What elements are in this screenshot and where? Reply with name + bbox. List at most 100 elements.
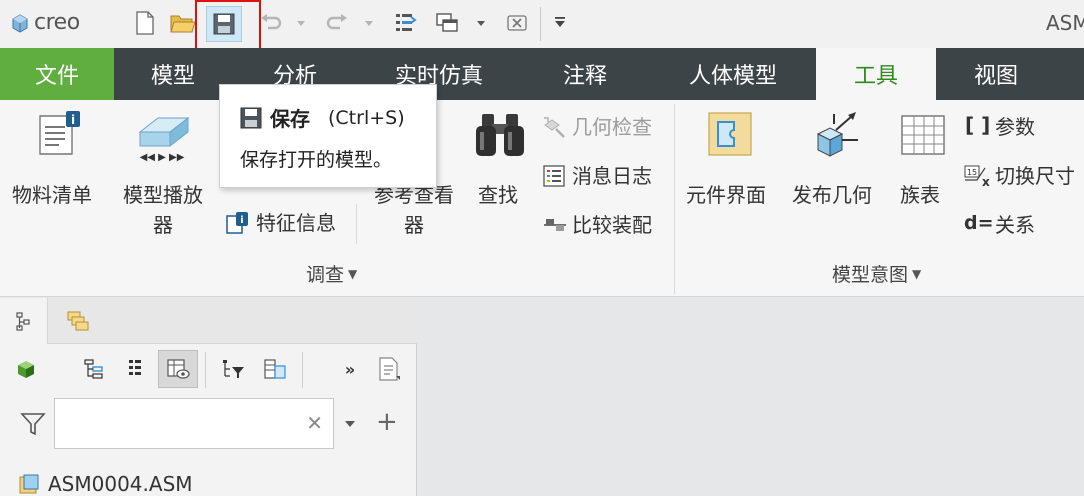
model-intent-group-text: 模型意图 [832, 264, 909, 286]
feature-info-icon: i [226, 212, 248, 234]
relations-button[interactable]: 关系 [995, 210, 1035, 240]
undo-dropdown-icon[interactable] [296, 18, 306, 28]
undo-icon [261, 14, 282, 30]
tree-filter-icon [223, 360, 244, 378]
document-list-icon [379, 357, 400, 381]
redo-dropdown-icon[interactable] [364, 18, 374, 28]
redo-icon [326, 14, 347, 30]
tree-settings-icon [84, 359, 103, 379]
regenerate-button[interactable] [390, 8, 420, 38]
table-eye-icon [167, 359, 190, 379]
more-tools-icon[interactable]: » [333, 350, 367, 388]
creo-logo: creo [10, 10, 80, 35]
search-dropdown-icon[interactable] [344, 418, 356, 430]
binoculars-icon [476, 114, 524, 156]
quick-access-toolbar: creo ASM [0, 0, 1084, 57]
ribbon-separator [356, 204, 357, 244]
tab-tools[interactable]: 工具 [816, 48, 936, 100]
parameters-button[interactable]: 参数 [995, 112, 1035, 142]
tab-model[interactable]: 模型 [114, 48, 232, 100]
close-window-icon [507, 15, 527, 31]
model-player-label-line2: 器 [153, 213, 173, 237]
creo-cube-icon [12, 13, 28, 33]
bom-icon: i [39, 111, 80, 155]
message-log-icon [543, 165, 565, 187]
compare-assembly-button[interactable]: 比较装配 [572, 210, 652, 240]
tab-annotate[interactable]: 注释 [520, 48, 650, 100]
family-table-icon [901, 115, 945, 155]
save-button[interactable] [206, 6, 242, 42]
investigate-group-label[interactable]: 调查 ▼ [306, 260, 357, 287]
solid-cube-icon [18, 361, 34, 378]
windows-button[interactable] [432, 8, 462, 38]
switch-dimensions-button[interactable]: 切换尺寸 [995, 161, 1075, 191]
panel-options-button[interactable] [372, 350, 406, 388]
add-icon[interactable]: + [376, 408, 398, 436]
logo-text: creo [34, 10, 80, 35]
tree-filter-button[interactable] [216, 350, 250, 388]
close-window-button[interactable] [502, 8, 532, 38]
ribbon-panel: i 物料清单 ◀◀ ▶ ▶▶ 模型播放 器 i 特征信息 参考查看 器 查找 几… [0, 100, 1084, 297]
message-log-button[interactable]: 消息日志 [572, 161, 652, 191]
show-hide-button[interactable] [158, 350, 198, 388]
tree-columns-settings-button[interactable] [258, 350, 292, 388]
customize-toolbar-icon[interactable] [554, 16, 566, 28]
find-button[interactable]: 查找 [478, 180, 518, 210]
tooltip-description: 保存打开的模型。 [240, 149, 393, 171]
window-title: ASM [1046, 11, 1084, 35]
svg-text:i: i [71, 113, 75, 127]
feature-info-button[interactable]: 特征信息 [256, 208, 336, 238]
navigator-tabs [0, 298, 417, 344]
windows-dropdown-icon[interactable] [476, 18, 486, 28]
relations-icon: d= [964, 212, 994, 234]
tab-layer-tree[interactable] [54, 298, 102, 344]
save-icon [213, 13, 235, 35]
new-button[interactable] [130, 8, 160, 38]
clear-icon[interactable]: ✕ [306, 411, 323, 435]
svg-text:◀◀ ▶ ▶▶: ◀◀ ▶ ▶▶ [140, 152, 185, 162]
publish-geometry-button[interactable]: 发布几何 [792, 180, 872, 210]
model-tree-icon [15, 312, 30, 331]
filter-funnel-icon [20, 413, 46, 436]
tooltip-title: 保存 [270, 107, 310, 131]
tree-settings-button[interactable] [76, 350, 110, 388]
tree-columns-button[interactable] [118, 350, 152, 388]
tree-root-item[interactable]: ASM0004.ASM [18, 472, 193, 496]
column-list-icon [129, 360, 141, 375]
column-settings-icon [264, 359, 286, 379]
display-style-button[interactable] [10, 350, 44, 388]
tab-view[interactable]: 视图 [936, 48, 1056, 100]
model-player-button[interactable]: 模型播放 器 [118, 180, 208, 240]
parameters-icon: [ ] [965, 113, 991, 137]
component-interface-button[interactable]: 元件界面 [686, 180, 766, 210]
tab-file[interactable]: 文件 [0, 48, 114, 100]
tab-model-tree[interactable] [0, 298, 48, 344]
reference-viewer-button[interactable]: 参考查看 器 [368, 180, 460, 240]
geometry-check-icon [544, 117, 565, 138]
caret-down-icon: ▼ [912, 266, 922, 281]
tooltip-header: 保存 (Ctrl+S) [240, 103, 405, 132]
reference-viewer-label-line2: 器 [404, 213, 424, 237]
new-file-icon [136, 11, 154, 35]
panel-separator [302, 352, 303, 388]
model-player-icon: ◀◀ ▶ ▶▶ [138, 116, 190, 162]
search-input[interactable] [61, 407, 291, 440]
graphics-window[interactable] [418, 298, 1084, 496]
panel-separator [205, 352, 206, 388]
windows-icon [436, 13, 458, 32]
svg-text:15: 15 [967, 168, 977, 177]
regenerate-icon [396, 14, 417, 31]
redo-button[interactable] [322, 8, 352, 38]
tab-manikin[interactable]: 人体模型 [650, 48, 816, 100]
model-intent-group-label[interactable]: 模型意图 ▼ [832, 260, 921, 287]
family-table-button[interactable]: 族表 [900, 180, 940, 210]
open-button[interactable] [168, 8, 198, 38]
assembly-icon [19, 474, 39, 494]
undo-button[interactable] [256, 8, 286, 38]
navigator-panel: » ✕ + ASM0004.ASM [0, 298, 417, 496]
geometry-check-button[interactable]: 几何检查 [572, 112, 652, 142]
bom-button[interactable]: 物料清单 [12, 180, 92, 210]
tooltip-shortcut: (Ctrl+S) [328, 106, 405, 129]
publish-geometry-icon [816, 112, 858, 157]
svg-text:x: x [982, 175, 990, 188]
